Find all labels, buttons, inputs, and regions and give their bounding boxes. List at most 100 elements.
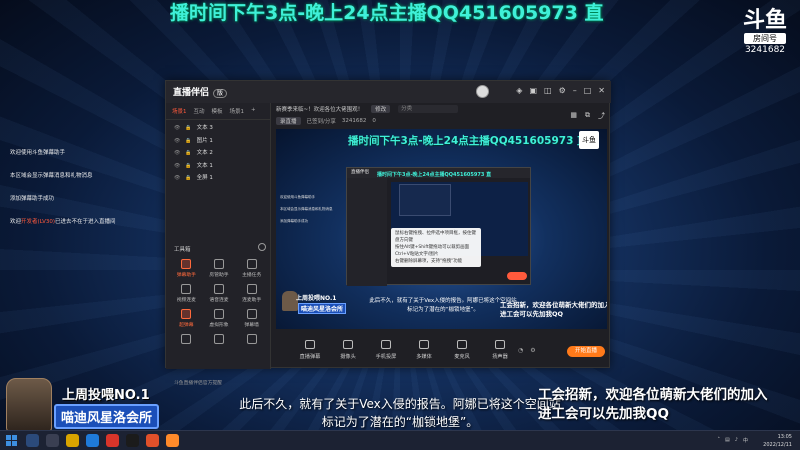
badge-figure [6,378,52,432]
tool-danmaku-assistant[interactable]: 弹幕助手 [170,259,203,278]
windows-taskbar: ˄ ▤ ♪ 中 13:05 2022/12/11 [0,430,800,450]
eye-icon: 👁 [174,150,181,156]
preview-banner: 播时间下午3点-晚上24点主播QQ451605973 直 [348,135,588,147]
maximize-icon[interactable]: □ [584,86,592,95]
main-toolbar-icons: ▦ ⧉ ⤴ [570,111,605,121]
badge-line1: 上周投喂NO.1 [62,388,150,403]
phone-cast-button[interactable]: 手机投屏 [366,340,406,360]
volume-icon[interactable]: ♪ [735,437,738,444]
tool-room-admin[interactable]: 房管助手 [203,259,236,278]
layout-icon[interactable]: ▦ [570,111,577,121]
eye-icon: 👁 [174,125,181,131]
top-gifter-badge: 上周投喂NO.1 喵迪风星洛会所 [4,378,160,434]
preview-badge-line1: 上周投喂NO.1 [296,295,337,302]
nested-left-panel [347,178,387,286]
source-item[interactable]: 👁 🔒 文本 3 [174,122,262,135]
camera-icon [343,340,353,349]
source-item[interactable]: 👁 🔒 文本 2 [174,147,262,160]
avatar[interactable] [476,85,489,98]
ime-indicator[interactable]: 中 [743,437,748,444]
gift-icon[interactable]: ▣ [529,86,537,95]
clock[interactable]: 13:05 2022/12/11 [763,433,792,449]
tool-voice-link[interactable]: 语音连麦 [203,284,236,303]
titlebar-icons: ◈ ▣ ◫ ⚙ – □ ✕ [516,86,605,95]
lock-icon: 🔒 [185,150,192,156]
task-view-icon[interactable] [46,434,59,447]
badge-line2: 喵迪风星洛会所 [54,404,160,429]
network-icon[interactable]: ▤ [725,437,730,444]
timer-icon[interactable]: ◔ [518,347,523,354]
settings-icon[interactable]: ⚙ [559,86,566,95]
microphone-button[interactable]: 麦克风 [442,340,482,360]
chat-icon[interactable]: ◫ [544,86,552,95]
add-tab-button[interactable]: + [251,107,256,115]
tab-scene-1[interactable]: 场景1 [172,107,187,115]
preview-logo: 斗鱼 [579,131,599,149]
lock-icon: 🔒 [185,125,192,131]
tool-video-link[interactable]: 视频连麦 [170,284,203,303]
minimize-icon[interactable]: – [573,86,577,95]
microphone-icon [457,340,467,349]
stream-preview[interactable]: 播时间下午3点-晚上24点主播QQ451605973 直 斗鱼 欢迎使用斗鱼弹幕… [276,129,607,329]
tool-extra[interactable] [203,334,236,346]
browser-icon[interactable] [86,434,99,447]
source-list: 👁 🔒 文本 3 👁 🔒 图片 1 👁 🔒 文本 2 👁 🔒 文本 1 👁 🔒 全屏 1 [166,120,270,187]
live-companion-icon[interactable] [166,434,179,447]
record-button[interactable]: 录直播 [276,116,301,125]
danmaku-control-button[interactable]: 直播弹幕 [290,340,330,360]
tool-extra[interactable] [235,334,268,346]
tool-super-danmaku[interactable]: 超弹幕 [170,309,203,328]
edit-title-button[interactable]: 修改 [371,105,391,113]
eye-icon: 👁 [174,162,181,169]
mini-controls: ◔ ⚙ [518,347,536,354]
shirt-icon[interactable]: ◈ [516,86,522,95]
version-badge: 版 [213,89,228,98]
main-area: 新赛季来临~！欢迎各位大佬围观！ 修改 分类 录直播 已签到/分享 324168… [272,103,611,369]
room-logo: 斗鱼 房间号 3241682 [742,10,788,56]
toolbox-title: 工具箱 [174,247,191,253]
toolbox-settings-icon[interactable] [258,243,266,251]
tool-streamer-task[interactable]: 主播任务 [235,259,268,278]
pip-icon[interactable]: ⧉ [585,111,590,121]
lock-icon: 🔒 [185,162,192,169]
lock-icon: 🔒 [185,175,192,181]
explorer-icon[interactable] [66,434,79,447]
phone-icon [381,340,391,349]
speaker-button[interactable]: 扬声器 [480,340,520,360]
source-item[interactable]: 👁 🔒 文本 1 [174,160,262,173]
toolbox-grid: 弹幕助手 房管助手 主播任务 视频连麦 语音连麦 连麦助手 超弹幕 虚拟形象 弹… [170,259,268,346]
scene-panel: 场景1 互动 模板 场景1 + 👁 🔒 文本 3 👁 🔒 图片 1 👁 🔒 文本 2 👁 🔒 文… [166,103,271,386]
tab-interact[interactable]: 互动 [194,107,205,115]
room-number: 3241682 [744,45,786,55]
steam-icon[interactable] [126,434,139,447]
tool-avatar[interactable]: 虚拟形象 [203,309,236,328]
tool-extra[interactable] [170,334,203,346]
nested-preview-window: 直播伴侣 播时间下午3点-晚上24点主播QQ451605973 直 鼠标右键拖拽… [346,167,531,286]
eye-icon: 👁 [174,137,181,144]
settings-icon[interactable]: ⚙ [530,347,535,354]
tab-template[interactable]: 模板 [212,107,223,115]
start-live-button[interactable]: 开始直播 [567,346,605,357]
media-icon [419,340,429,349]
recruit-text: 工会招新，欢迎各位萌新大佬们的加入 进工会可以先加我QQ [538,387,768,422]
eye-icon: 👁 [174,175,181,181]
start-icon[interactable] [6,435,17,446]
media-button[interactable]: 多媒体 [404,340,444,360]
chevron-up-icon[interactable]: ˄ [718,437,721,444]
close-icon[interactable]: ✕ [598,86,605,95]
camera-button[interactable]: 摄像头 [328,340,368,360]
tool-danmaku-wall[interactable]: 弹幕墙 [235,309,268,328]
source-item[interactable]: 👁 🔒 全屏 1 [174,172,262,185]
tool-link-assistant[interactable]: 连麦助手 [235,284,268,303]
tab-scene-alt[interactable]: 场景1 [230,107,245,115]
share-icon[interactable]: ⤴ [598,111,605,121]
preview-badge-line2: 喵迪风星洛会所 [298,303,347,314]
message-line: 欢迎使用斗鱼弹幕助手 [10,150,66,156]
app-icon[interactable] [106,434,119,447]
source-item[interactable]: 👁 🔒 图片 1 [174,135,262,148]
search-icon[interactable] [26,434,39,447]
stream-title: 新赛季来临~！欢迎各位大佬围观！ [276,107,364,113]
message-line: 本区域会显示弹幕消息和礼物消息 [10,173,93,179]
douyu-icon[interactable] [146,434,159,447]
category-field[interactable]: 分类 [398,105,459,113]
